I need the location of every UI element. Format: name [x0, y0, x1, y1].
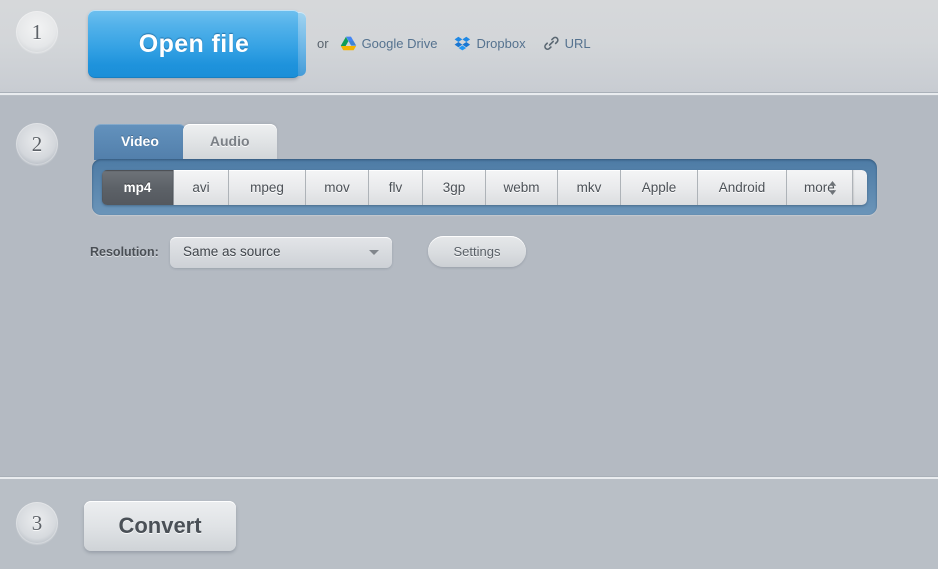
google-drive-icon [340, 36, 357, 51]
url-link[interactable]: URL [543, 36, 591, 51]
step-2-section: 2 Video Audio mp4 avi mpeg mov flv 3gp w… [0, 96, 938, 476]
dropbox-link[interactable]: Dropbox [454, 36, 526, 51]
resolution-label: Resolution: [90, 245, 159, 259]
dropbox-icon [454, 36, 471, 51]
format-selector-bar: mp4 avi mpeg mov flv 3gp webm mkv Apple … [92, 159, 877, 215]
format-option-avi[interactable]: avi [174, 170, 229, 205]
chevron-down-icon [369, 250, 379, 255]
format-option-flv[interactable]: flv [369, 170, 423, 205]
link-icon [543, 36, 560, 51]
media-type-tabs: Video Audio [94, 124, 277, 160]
open-file-button-edge [298, 12, 306, 76]
step-number-2: 2 [16, 123, 58, 165]
format-option-apple[interactable]: Apple [621, 170, 698, 205]
dropbox-label: Dropbox [476, 36, 526, 51]
format-option-3gp[interactable]: 3gp [423, 170, 486, 205]
format-option-mov[interactable]: mov [306, 170, 369, 205]
google-drive-link[interactable]: Google Drive [340, 36, 438, 51]
step-1-section: 1 Open file or Google Drive Dropbox URL [0, 0, 938, 92]
format-option-webm[interactable]: webm [486, 170, 558, 205]
url-label: URL [564, 36, 591, 51]
converter-page: 1 Open file or Google Drive Dropbox URL … [0, 0, 938, 569]
resolution-select-value: Same as source [183, 244, 281, 259]
format-option-mpeg[interactable]: mpeg [229, 170, 306, 205]
format-option-android[interactable]: Android [698, 170, 787, 205]
open-file-button[interactable]: Open file [88, 10, 300, 78]
step-number-3: 3 [16, 502, 58, 544]
tab-video[interactable]: Video [94, 124, 186, 160]
format-spinner-icon[interactable] [827, 179, 838, 196]
format-option-mp4[interactable]: mp4 [102, 170, 174, 205]
convert-button[interactable]: Convert [84, 501, 236, 551]
format-option-mkv[interactable]: mkv [558, 170, 621, 205]
or-label: or [317, 36, 329, 51]
file-source-links: or Google Drive Dropbox URL [317, 36, 602, 51]
resolution-select[interactable]: Same as source [170, 237, 392, 268]
google-drive-label: Google Drive [361, 36, 438, 51]
settings-button[interactable]: Settings [428, 236, 526, 267]
step-number-1: 1 [16, 11, 58, 53]
format-strip-endcap [853, 170, 867, 205]
tab-audio[interactable]: Audio [182, 124, 277, 160]
step-3-section: 3 Convert [0, 480, 938, 569]
format-option-more[interactable]: more [787, 170, 853, 205]
format-strip: mp4 avi mpeg mov flv 3gp webm mkv Apple … [102, 170, 867, 205]
